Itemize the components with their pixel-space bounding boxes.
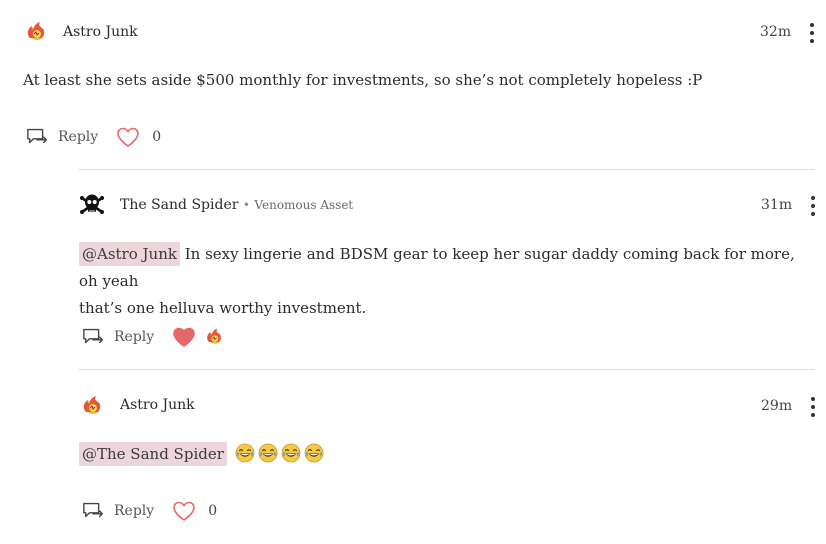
comment-time: 29m <box>761 398 793 414</box>
reply-button[interactable]: Reply <box>26 127 98 147</box>
like-button[interactable]: 0 <box>172 500 217 522</box>
heart-outline-icon <box>172 500 196 522</box>
reply-label: Reply <box>114 329 155 345</box>
comment-text: @The Sand Spider <box>79 441 324 468</box>
comment-time: 32m <box>760 24 792 40</box>
comment-time: 31m <box>761 197 793 213</box>
laughing-tears-emoji <box>281 443 301 463</box>
reply-button[interactable]: Reply <box>82 327 154 347</box>
laughing-tears-emoji <box>235 443 255 463</box>
more-options-button[interactable] <box>804 21 820 45</box>
reply-icon <box>82 501 106 521</box>
like-button[interactable] <box>172 326 196 348</box>
separator-dot: • <box>242 198 250 212</box>
comment-actions: Reply <box>82 326 224 348</box>
liker-avatar[interactable] <box>204 327 224 347</box>
fireball-icon <box>204 327 224 347</box>
comment-author[interactable]: Astro Junk <box>120 397 195 413</box>
comment-text: @Astro Junk In sexy lingerie and BDSM ge… <box>79 241 799 322</box>
like-count: 0 <box>152 129 162 145</box>
laughing-tears-emoji <box>258 443 278 463</box>
comment-text-line1: In sexy lingerie and BDSM gear to keep h… <box>79 245 795 290</box>
comment-author[interactable]: Astro Junk <box>63 24 138 40</box>
reply-icon <box>82 327 106 347</box>
reply-label: Reply <box>114 503 155 519</box>
skull-crossbones-icon <box>80 194 104 214</box>
comment-actions: Reply 0 <box>82 500 217 522</box>
laughing-tears-emoji <box>304 443 324 463</box>
author-flair: Venomous Asset <box>254 198 354 212</box>
fireball-icon <box>24 20 48 44</box>
like-button[interactable]: 0 <box>116 126 161 148</box>
heart-filled-icon <box>172 326 196 348</box>
more-options-button[interactable] <box>805 395 821 419</box>
comment-author-line: The Sand Spider • Venomous Asset <box>120 197 353 213</box>
divider <box>79 169 815 170</box>
avatar[interactable] <box>79 192 105 218</box>
fireball-icon <box>80 394 104 418</box>
comment-actions: Reply 0 <box>26 126 161 148</box>
avatar[interactable] <box>79 393 105 419</box>
reply-label: Reply <box>58 129 99 145</box>
more-options-button[interactable] <box>805 194 821 218</box>
mention-link[interactable]: @Astro Junk <box>79 242 180 266</box>
comment-author[interactable]: The Sand Spider <box>120 197 238 213</box>
reply-icon <box>26 127 50 147</box>
comment-text: At least she sets aside $500 monthly for… <box>23 71 703 89</box>
heart-outline-icon <box>116 126 140 148</box>
comment-text-line2: that’s one helluva worthy investment. <box>79 299 367 317</box>
divider <box>79 369 815 370</box>
mention-link[interactable]: @The Sand Spider <box>79 442 227 466</box>
reply-button[interactable]: Reply <box>82 501 154 521</box>
like-count: 0 <box>208 503 218 519</box>
avatar[interactable] <box>23 19 49 45</box>
